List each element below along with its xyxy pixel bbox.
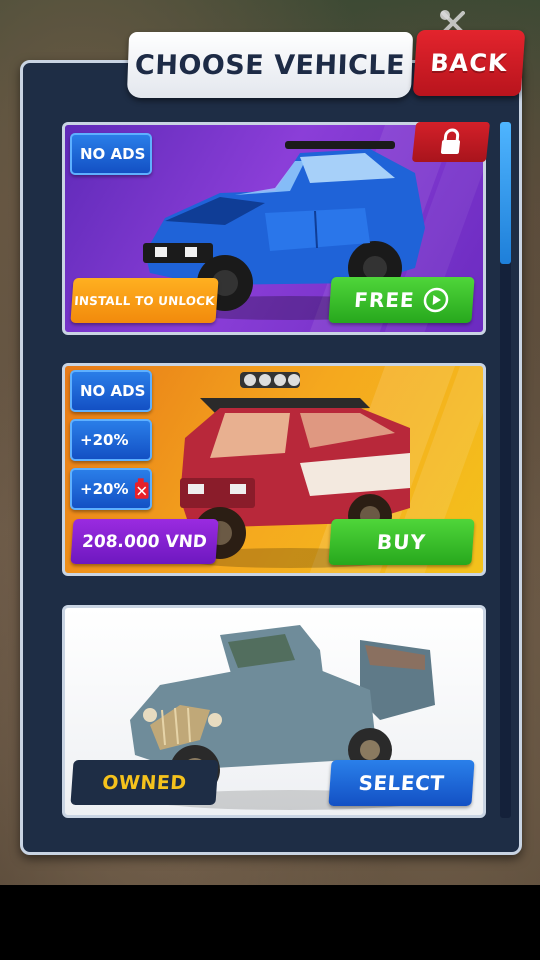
free-button[interactable]: FREE — [328, 277, 475, 323]
back-button[interactable]: BACK — [412, 30, 526, 96]
install-to-unlock-button[interactable]: INSTALL TO UNLOCK — [70, 278, 219, 323]
buy-button[interactable]: BUY — [328, 519, 475, 565]
scrollbar-thumb[interactable] — [500, 122, 511, 264]
lock-icon — [440, 128, 461, 154]
select-button[interactable]: SELECT — [328, 760, 475, 806]
fuel-can-icon — [135, 478, 150, 499]
locked-badge — [411, 122, 491, 162]
page-title: CHOOSE VEHICLE — [134, 49, 406, 81]
title-tab: CHOOSE VEHICLE — [126, 32, 414, 98]
price-label: 208.000 VND — [70, 519, 219, 564]
play-circle-icon — [423, 287, 448, 313]
fuel-bonus-badge: +20% — [70, 468, 152, 510]
bottom-letterbox — [0, 885, 540, 960]
bonus-badge: +20% — [70, 419, 152, 461]
no-ads-badge: NO ADS — [70, 133, 152, 175]
owned-status: OWNED — [70, 760, 219, 805]
no-ads-badge: NO ADS — [70, 370, 152, 412]
back-label: BACK — [429, 49, 509, 77]
